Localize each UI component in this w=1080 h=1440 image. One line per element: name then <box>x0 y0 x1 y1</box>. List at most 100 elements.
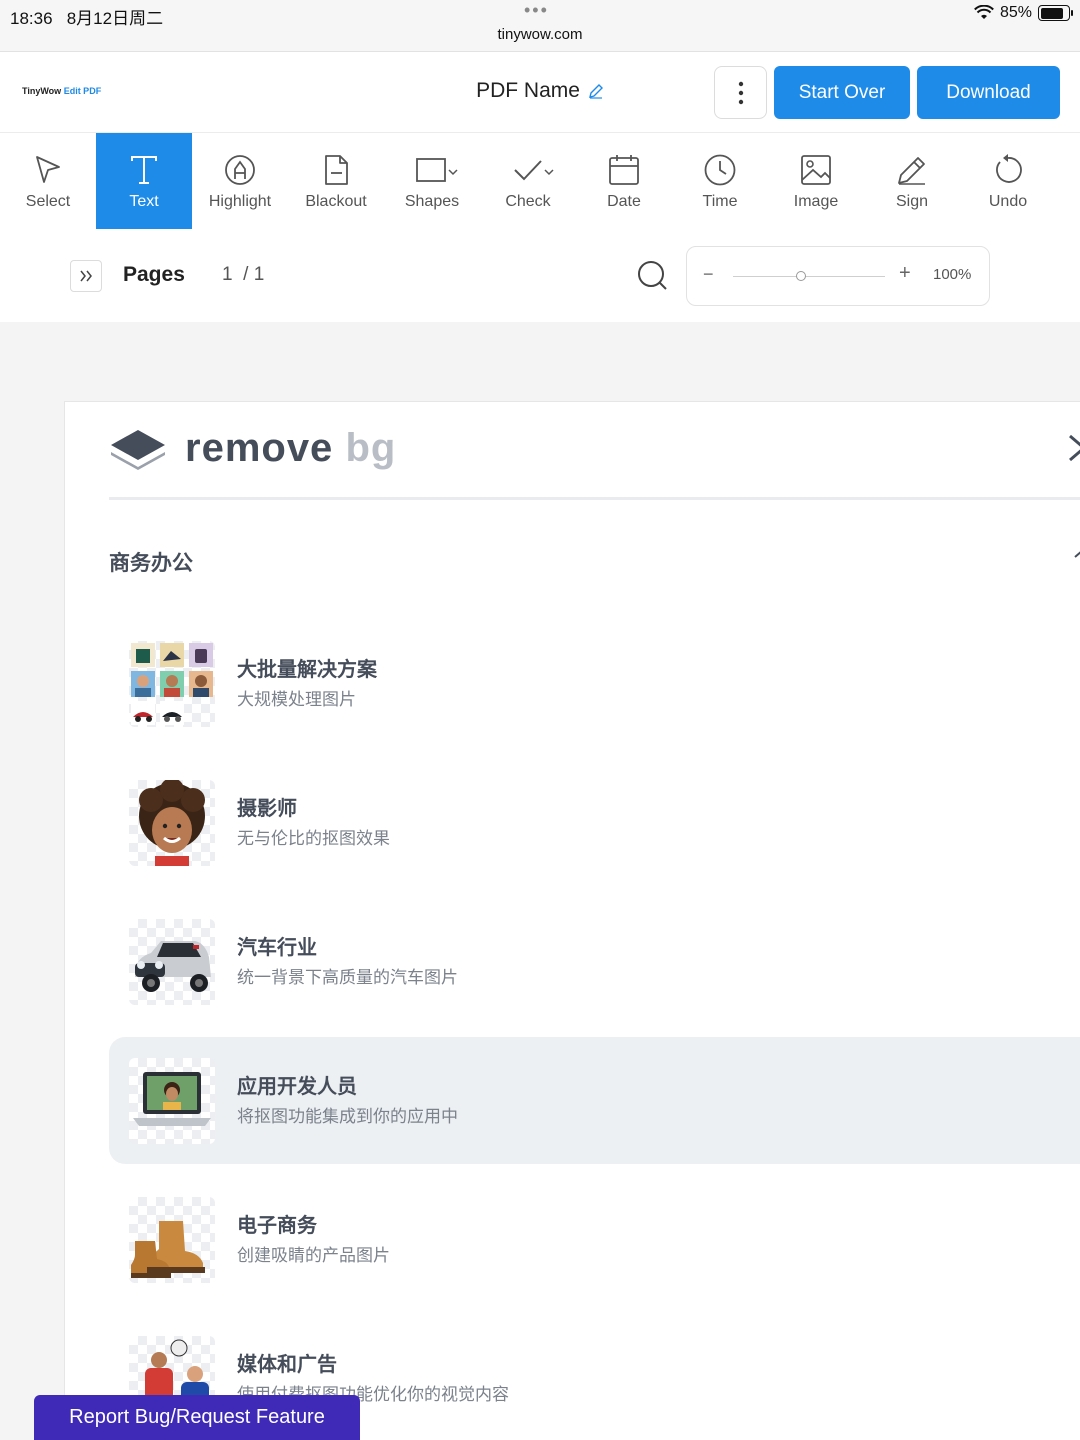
blackout-icon <box>325 155 348 185</box>
automotive-thumbnail <box>129 919 215 1005</box>
removebg-layers-icon <box>111 429 165 470</box>
tool-label: Image <box>793 193 839 210</box>
start-over-button[interactable]: Start Over <box>774 66 910 119</box>
chevron-up-icon[interactable] <box>1074 550 1080 558</box>
status-bar: 18:36 8月12日周二 ••• tinywow.com 85% <box>0 0 1080 52</box>
list-item-ecommerce[interactable]: 电子商务 创建吸睛的产品图片 <box>109 1176 1080 1303</box>
double-chevron-right-icon <box>80 270 92 282</box>
status-right: 85% <box>974 4 1073 22</box>
pages-label: Pages <box>123 263 185 286</box>
photographer-thumbnail <box>129 780 215 866</box>
tool-shapes[interactable]: Shapes <box>384 133 480 229</box>
undo-icon <box>996 154 1022 183</box>
current-page[interactable]: 1 <box>222 264 233 285</box>
zoom-value: 100% <box>933 266 972 283</box>
wifi-icon <box>974 5 994 19</box>
battery-icon <box>1038 5 1073 21</box>
pdf-page[interactable]: remove bg 商务办公 大批量解决方案 大规模处理图片 摄影师 无与伦比的… <box>64 401 1080 1440</box>
close-icon[interactable] <box>1066 432 1080 464</box>
browser-more-dots[interactable]: ••• <box>524 0 549 21</box>
tool-label: Text <box>129 193 159 210</box>
item-subtitle: 无与伦比的抠图效果 <box>237 829 390 848</box>
address-url[interactable]: tinywow.com <box>0 26 1080 43</box>
tool-label: Time <box>702 193 738 210</box>
text-icon <box>131 156 157 184</box>
ecommerce-thumbnail <box>129 1197 215 1283</box>
tool-undo[interactable]: Undo <box>960 133 1056 229</box>
expand-sidebar-button[interactable] <box>70 260 102 292</box>
search-icon[interactable] <box>636 259 668 291</box>
batch-thumbnail <box>129 641 215 727</box>
tool-label: Undo <box>988 193 1028 210</box>
clock-icon <box>704 154 736 186</box>
removebg-wordmark: remove bg <box>185 426 397 470</box>
zoom-out-button[interactable]: − <box>703 264 714 285</box>
tool-image[interactable]: Image <box>768 133 864 229</box>
item-title: 大批量解决方案 <box>237 659 377 681</box>
zoom-control: − + 100% <box>686 246 990 306</box>
batch-grid-image <box>131 643 213 725</box>
list-item-photographer[interactable]: 摄影师 无与伦比的抠图效果 <box>109 759 1080 886</box>
battery-percent: 85% <box>999 4 1032 21</box>
list-item-automotive[interactable]: 汽车行业 统一背景下高质量的汽车图片 <box>109 898 1080 1025</box>
pdf-workspace: remove bg 商务办公 大批量解决方案 大规模处理图片 摄影师 无与伦比的… <box>0 322 1080 1440</box>
item-title: 媒体和广告 <box>237 1354 337 1376</box>
tool-bar: Select Text Highlight Blackout Shapes Ch… <box>0 133 1080 229</box>
removebg-accent: bg <box>345 426 397 470</box>
pdf-name-title[interactable]: PDF Name <box>476 79 580 103</box>
removebg-logo: remove bg <box>109 426 396 471</box>
tool-label: Date <box>607 193 641 210</box>
report-bug-button[interactable]: Report Bug/Request Feature <box>34 1395 360 1440</box>
tool-sign[interactable]: Sign <box>864 133 960 229</box>
check-icon <box>514 160 542 181</box>
item-title: 电子商务 <box>237 1215 317 1237</box>
chevron-down-icon[interactable] <box>448 169 458 176</box>
download-button[interactable]: Download <box>917 66 1060 119</box>
zoom-in-button[interactable]: + <box>899 262 911 285</box>
pen-icon <box>898 157 925 185</box>
tool-label: Sign <box>895 193 929 210</box>
item-subtitle: 大规模处理图片 <box>237 690 356 709</box>
tool-date[interactable]: Date <box>576 133 672 229</box>
zoom-slider-handle[interactable] <box>796 271 807 281</box>
tool-select[interactable]: Select <box>0 133 96 229</box>
laptop-image <box>133 1072 211 1126</box>
total-pages: 1 <box>253 264 265 285</box>
item-title: 摄影师 <box>237 798 297 820</box>
tool-text[interactable]: Text <box>96 133 192 229</box>
item-title: 汽车行业 <box>237 937 317 959</box>
child-portrait-image <box>139 780 205 866</box>
cursor-icon <box>36 156 60 183</box>
developers-thumbnail <box>129 1058 215 1144</box>
calendar-icon <box>609 155 639 185</box>
image-icon <box>801 155 831 185</box>
vertical-dots-icon <box>738 81 743 104</box>
section-title: 商务办公 <box>109 552 193 575</box>
more-options-button[interactable] <box>714 66 767 119</box>
tool-blackout[interactable]: Blackout <box>288 133 384 229</box>
tool-check[interactable]: Check <box>480 133 576 229</box>
zoom-slider-track[interactable] <box>733 276 885 277</box>
pages-bar: Pages 1 / 1 − + 100% <box>0 229 1080 322</box>
tool-highlight[interactable]: Highlight <box>192 133 288 229</box>
tool-label: Select <box>25 193 71 210</box>
battery-fill <box>1040 7 1064 19</box>
list-item-batch[interactable]: 大批量解决方案 大规模处理图片 <box>109 620 1080 747</box>
item-subtitle: 统一背景下高质量的汽车图片 <box>237 968 458 987</box>
list-item-developers[interactable]: 应用开发人员 将抠图功能集成到你的应用中 <box>109 1037 1080 1164</box>
tool-time[interactable]: Time <box>672 133 768 229</box>
page-counter: 1 / 1 <box>222 264 264 286</box>
app-header: TinyWow Edit PDF PDF Name Start Over Dow… <box>0 53 1080 133</box>
highlight-icon <box>225 155 255 185</box>
tool-label: Blackout <box>305 193 367 210</box>
item-title: 应用开发人员 <box>237 1076 357 1098</box>
chevron-down-icon[interactable] <box>544 169 554 176</box>
car-image <box>135 941 211 992</box>
item-subtitle: 创建吸睛的产品图片 <box>237 1246 390 1265</box>
item-subtitle: 将抠图功能集成到你的应用中 <box>237 1107 458 1126</box>
tool-label: Highlight <box>208 193 272 210</box>
tool-label: Check <box>505 193 551 210</box>
edit-pencil-icon[interactable] <box>588 83 604 99</box>
header-divider <box>109 497 1080 500</box>
tool-label: Shapes <box>404 193 460 210</box>
